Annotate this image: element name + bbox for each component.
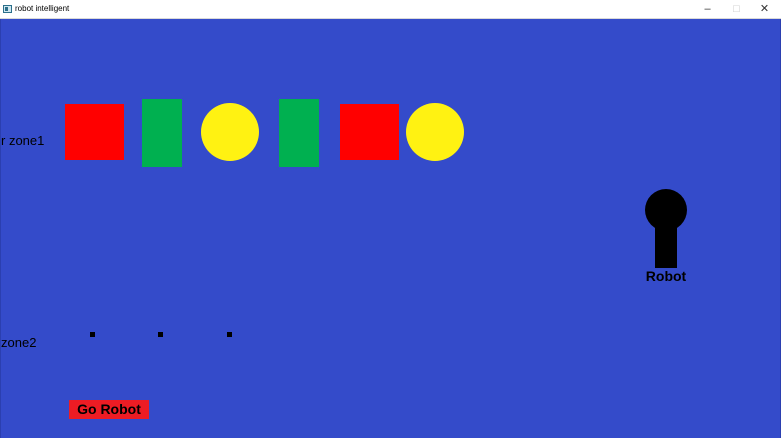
zone2-slot-marker (90, 332, 95, 337)
minimize-button[interactable]: – (693, 0, 722, 19)
yellow-circle-shape (406, 103, 464, 161)
zone2-slot-marker (227, 332, 232, 337)
robot-body (655, 222, 677, 268)
window-title: robot intelligent (15, 4, 70, 13)
maximize-button[interactable]: □ (722, 0, 751, 19)
zone1-label: r zone1 (1, 133, 45, 148)
green-rectangle-shape (279, 99, 319, 167)
close-button[interactable]: ✕ (750, 0, 779, 19)
red-square-shape (65, 104, 124, 160)
green-rectangle-shape (142, 99, 182, 167)
robot-label: Robot (645, 268, 687, 284)
go-robot-button[interactable]: Go Robot (69, 400, 149, 419)
app-icon (3, 5, 12, 13)
red-square-shape (340, 104, 399, 160)
yellow-circle-shape (201, 103, 259, 161)
zone2-label: zone2 (1, 335, 37, 350)
zone2-slot-marker (158, 332, 163, 337)
title-bar: robot intelligent – □ ✕ (0, 0, 781, 19)
